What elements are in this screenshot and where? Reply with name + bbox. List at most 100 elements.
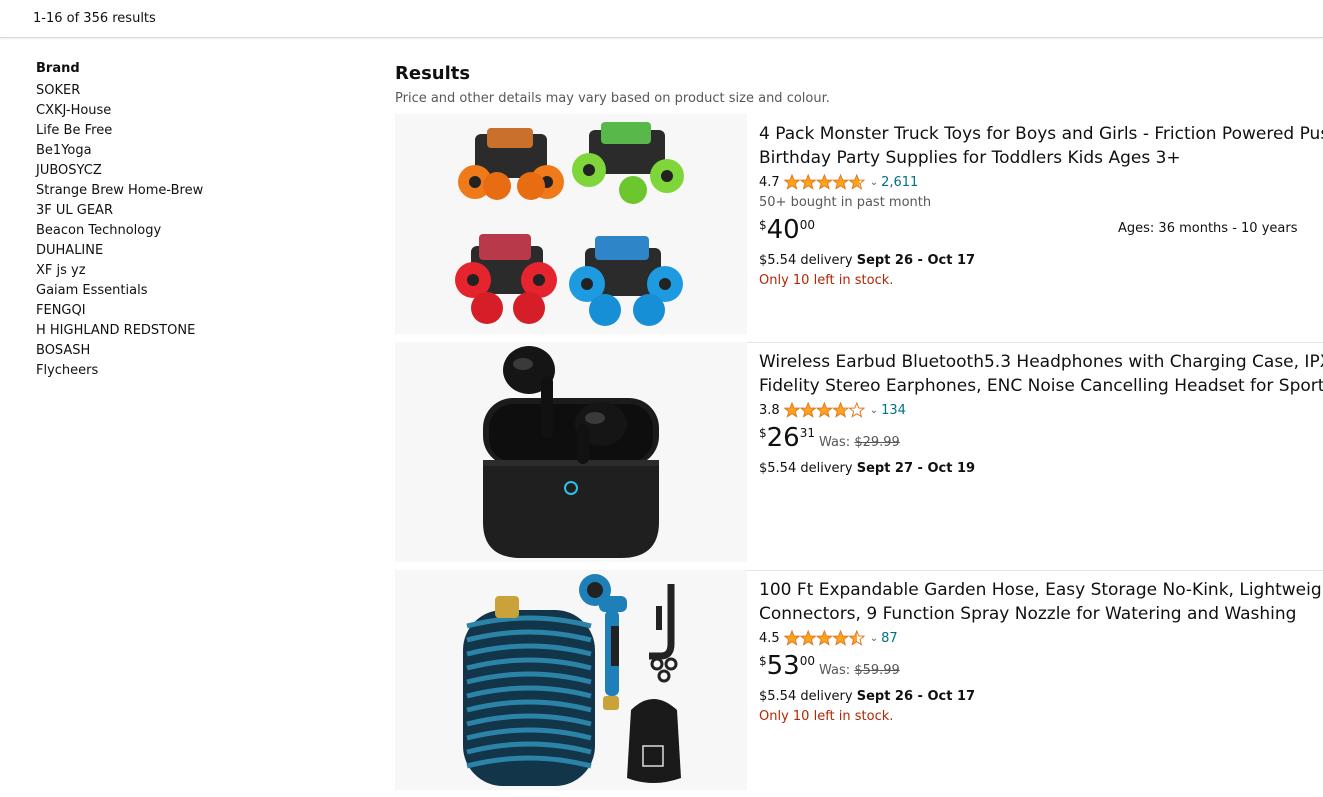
price-fraction: 31 [799, 426, 816, 440]
product-title-line[interactable]: 100 Ft Expandable Garden Hose, Easy Stor… [759, 580, 1323, 600]
bought-past-month: 50+ bought in past month [759, 195, 932, 210]
product-title-line[interactable]: 4 Pack Monster Truck Toys for Boys and G… [759, 124, 1323, 144]
product-title[interactable]: Wireless Earbud Bluetooth5.3 Headphones … [759, 350, 1323, 398]
star-rating-icon[interactable] [783, 174, 866, 190]
was-price: Was: $29.99 [819, 435, 900, 450]
brand-filter-item[interactable]: Beacon Technology [36, 221, 336, 241]
brand-filter-item[interactable]: XF js yz [36, 261, 336, 281]
stock-warning: Only 10 left in stock. [759, 273, 894, 288]
chevron-down-icon[interactable]: ⌄ [870, 405, 878, 416]
price-symbol: $ [759, 654, 767, 668]
brand-filter-item[interactable]: Be1Yoga [36, 141, 336, 161]
product-title-line[interactable]: Connectors, 9 Function Spray Nozzle for … [759, 604, 1296, 624]
product-card: 100 Ft Expandable Garden Hose, Easy Stor… [395, 570, 1323, 790]
product-image-monster-trucks[interactable] [395, 114, 747, 334]
brand-filter-item[interactable]: DUHALINE [36, 241, 336, 261]
price-row: $40 00 Ages: 36 months - 10 years [759, 215, 1323, 249]
product-card: 4 Pack Monster Truck Toys for Boys and G… [395, 114, 1323, 334]
age-range: Ages: 36 months - 10 years [1118, 221, 1298, 236]
star-icon [815, 174, 833, 190]
product-title[interactable]: 100 Ft Expandable Garden Hose, Easy Stor… [759, 578, 1323, 626]
product-info: 100 Ft Expandable Garden Hose, Easy Stor… [759, 578, 1323, 727]
result-count: 1-16 of 356 results [33, 11, 156, 26]
star-icon [831, 630, 849, 646]
chevron-down-icon[interactable]: ⌄ [870, 177, 878, 188]
brand-filter-item[interactable]: CXKJ-House [36, 101, 336, 121]
star-icon [799, 402, 817, 418]
star-icon [815, 630, 833, 646]
delivery-info: $5.54 delivery Sept 27 - Oct 19 [759, 459, 1323, 479]
brand-filter-item[interactable]: FENGQI [36, 301, 336, 321]
stock-warning: Only 10 left in stock. [759, 709, 894, 724]
delivery-dates: Sept 26 - Oct 17 [856, 689, 976, 704]
brand-filter-sidebar: Brand SOKER CXKJ-House Life Be Free Be1Y… [36, 61, 336, 381]
review-count-link[interactable]: 134 [881, 403, 906, 418]
star-icon [815, 402, 833, 418]
earbuds-image [483, 346, 659, 558]
star-icon [847, 174, 866, 190]
price-symbol: $ [759, 218, 767, 232]
delivery-info: $5.54 delivery Sept 26 - Oct 17 [759, 687, 1323, 707]
price-fraction: 00 [799, 218, 816, 232]
star-icon [831, 402, 849, 418]
star-icon [799, 630, 817, 646]
price-fraction: 00 [799, 654, 816, 668]
divider [747, 570, 1323, 571]
star-icon [799, 174, 817, 190]
star-rating-icon[interactable] [783, 402, 866, 418]
divider [747, 342, 1323, 343]
results-heading: Results [395, 63, 471, 84]
product-image-garden-hose[interactable] [395, 570, 747, 790]
delivery-fee: $5.54 delivery [759, 253, 853, 268]
results-note: Price and other details may vary based o… [395, 91, 830, 106]
delivery-fee: $5.54 delivery [759, 461, 853, 476]
brand-filter-item[interactable]: Flycheers [36, 361, 336, 381]
product-title-line[interactable]: Fidelity Stereo Earphones, ENC Noise Can… [759, 376, 1323, 396]
brand-filter-item[interactable]: BOSASH [36, 341, 336, 361]
price-whole: 26 [766, 423, 800, 453]
rating-row: 4.5 ⌄ 87 [759, 627, 1323, 649]
star-icon [847, 630, 866, 646]
star-icon [783, 174, 801, 190]
brand-filter-heading: Brand [36, 61, 80, 76]
product-price[interactable]: $26 31 [759, 423, 815, 453]
brand-filter-item[interactable]: Strange Brew Home-Brew [36, 181, 336, 201]
brand-filter-item[interactable]: Gaiam Essentials [36, 281, 336, 301]
rating-row: 3.8 ⌄ 134 [759, 399, 1323, 421]
star-icon [783, 402, 801, 418]
star-icon [783, 630, 801, 646]
star-icon [847, 402, 866, 418]
product-title[interactable]: 4 Pack Monster Truck Toys for Boys and G… [759, 122, 1323, 170]
brand-filter-item[interactable]: Life Be Free [36, 121, 336, 141]
product-title-line[interactable]: Wireless Earbud Bluetooth5.3 Headphones … [759, 352, 1323, 372]
rating-value: 4.5 [759, 630, 780, 646]
brand-filter-item[interactable]: 3F UL GEAR [36, 201, 336, 221]
rating-value: 4.7 [759, 174, 780, 190]
chevron-down-icon[interactable]: ⌄ [870, 633, 878, 644]
was-label: Was: [819, 663, 851, 678]
garden-hose-image [463, 574, 681, 786]
rating-value: 3.8 [759, 402, 780, 418]
star-rating-icon[interactable] [783, 630, 866, 646]
results-bar: 1-16 of 356 results [0, 0, 1323, 38]
product-price[interactable]: $53 00 [759, 651, 815, 681]
product-image-earbuds[interactable] [395, 342, 747, 562]
product-info: Wireless Earbud Bluetooth5.3 Headphones … [759, 350, 1323, 479]
was-price-value: $59.99 [854, 663, 900, 678]
review-count-link[interactable]: 2,611 [881, 175, 918, 190]
price-symbol: $ [759, 426, 767, 440]
was-label: Was: [819, 435, 851, 450]
price-row: $26 31 Was: $29.99 [759, 423, 1323, 457]
product-price[interactable]: $40 00 [759, 215, 815, 245]
monster-trucks-image [455, 122, 684, 326]
star-icon [831, 174, 849, 190]
price-whole: 40 [766, 215, 800, 245]
price-whole: 53 [766, 651, 800, 681]
brand-filter-item[interactable]: JUBOSYCZ [36, 161, 336, 181]
product-info: 4 Pack Monster Truck Toys for Boys and G… [759, 122, 1323, 291]
rating-row: 4.7 ⌄ 2,611 [759, 171, 1323, 193]
brand-filter-item[interactable]: H HIGHLAND REDSTONE [36, 321, 336, 341]
product-title-line[interactable]: Birthday Party Supplies for Toddlers Kid… [759, 148, 1181, 168]
brand-filter-item[interactable]: SOKER [36, 81, 336, 101]
review-count-link[interactable]: 87 [881, 631, 898, 646]
